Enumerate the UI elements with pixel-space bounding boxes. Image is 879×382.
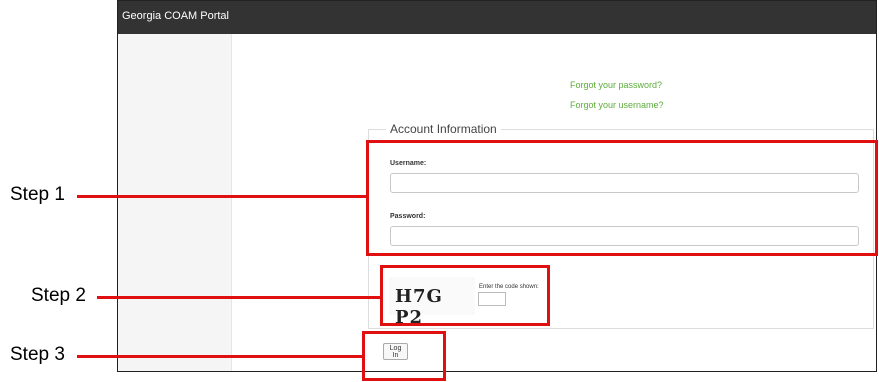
step2-label: Step 2 <box>31 285 86 306</box>
app-title[interactable]: Georgia COAM Portal <box>122 10 229 22</box>
account-info-legend: Account Information <box>386 122 501 136</box>
step3-label: Step 3 <box>10 344 65 365</box>
step1-highlight-box <box>366 140 878 256</box>
top-navbar: Georgia COAM Portal <box>118 1 876 34</box>
step2-connector <box>97 296 381 299</box>
left-sidebar <box>118 34 232 371</box>
step1-connector <box>77 195 367 198</box>
forgot-password-link[interactable]: Forgot your password? <box>570 80 662 90</box>
step3-highlight-box <box>362 331 446 381</box>
step3-connector <box>77 355 363 358</box>
step1-label: Step 1 <box>10 184 65 205</box>
step2-highlight-box <box>380 265 550 326</box>
forgot-username-link[interactable]: Forgot your username? <box>570 100 664 110</box>
